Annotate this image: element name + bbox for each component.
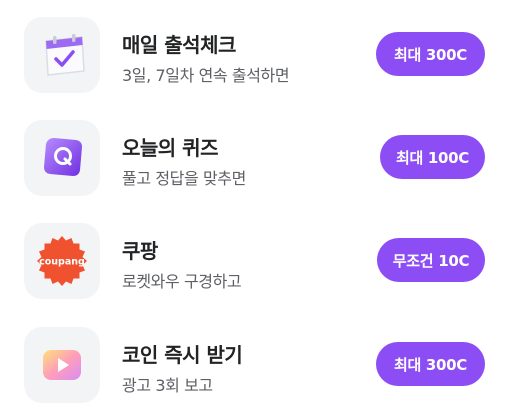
mission-subtitle: 3일, 7일차 연속 출석하면 <box>122 66 290 85</box>
mission-title: 코인 즉시 받기 <box>122 343 243 367</box>
mission-subtitle: 풀고 정답을 맞추면 <box>122 169 246 188</box>
reward-button[interactable]: 무조건 10C <box>377 238 485 282</box>
mission-title: 오늘의 퀴즈 <box>122 136 218 160</box>
coupang-logo-text: coupang <box>39 257 85 268</box>
calendar-check-icon <box>45 34 85 76</box>
mission-icon-container <box>24 120 100 196</box>
mission-icon-container <box>24 17 100 93</box>
quiz-q-icon <box>44 138 82 176</box>
mission-list: 매일 출석체크 3일, 7일차 연속 출석하면 최대 300C 오늘의 퀴즈 풀… <box>0 0 511 417</box>
mission-subtitle: 광고 3회 보고 <box>122 376 213 395</box>
coupang-logo-icon: coupang <box>37 236 87 286</box>
mission-title: 매일 출석체크 <box>122 33 236 57</box>
mission-item-attendance[interactable]: 매일 출석체크 3일, 7일차 연속 출석하면 최대 300C <box>0 17 511 97</box>
reward-button[interactable]: 최대 300C <box>376 342 485 386</box>
reward-button[interactable]: 최대 300C <box>376 32 485 76</box>
mission-icon-container <box>24 327 100 403</box>
mission-item-ad-coin[interactable]: 코인 즉시 받기 광고 3회 보고 최대 300C <box>0 327 511 407</box>
mission-item-quiz[interactable]: 오늘의 퀴즈 풀고 정답을 맞추면 최대 100C <box>0 120 511 200</box>
video-play-icon <box>43 350 81 380</box>
mission-title: 쿠팡 <box>122 239 158 263</box>
mission-subtitle: 로켓와우 구경하고 <box>122 272 242 291</box>
mission-item-coupang[interactable]: coupang 쿠팡 로켓와우 구경하고 무조건 10C <box>0 223 511 303</box>
mission-icon-container: coupang <box>24 223 100 299</box>
reward-button[interactable]: 최대 100C <box>380 135 485 179</box>
